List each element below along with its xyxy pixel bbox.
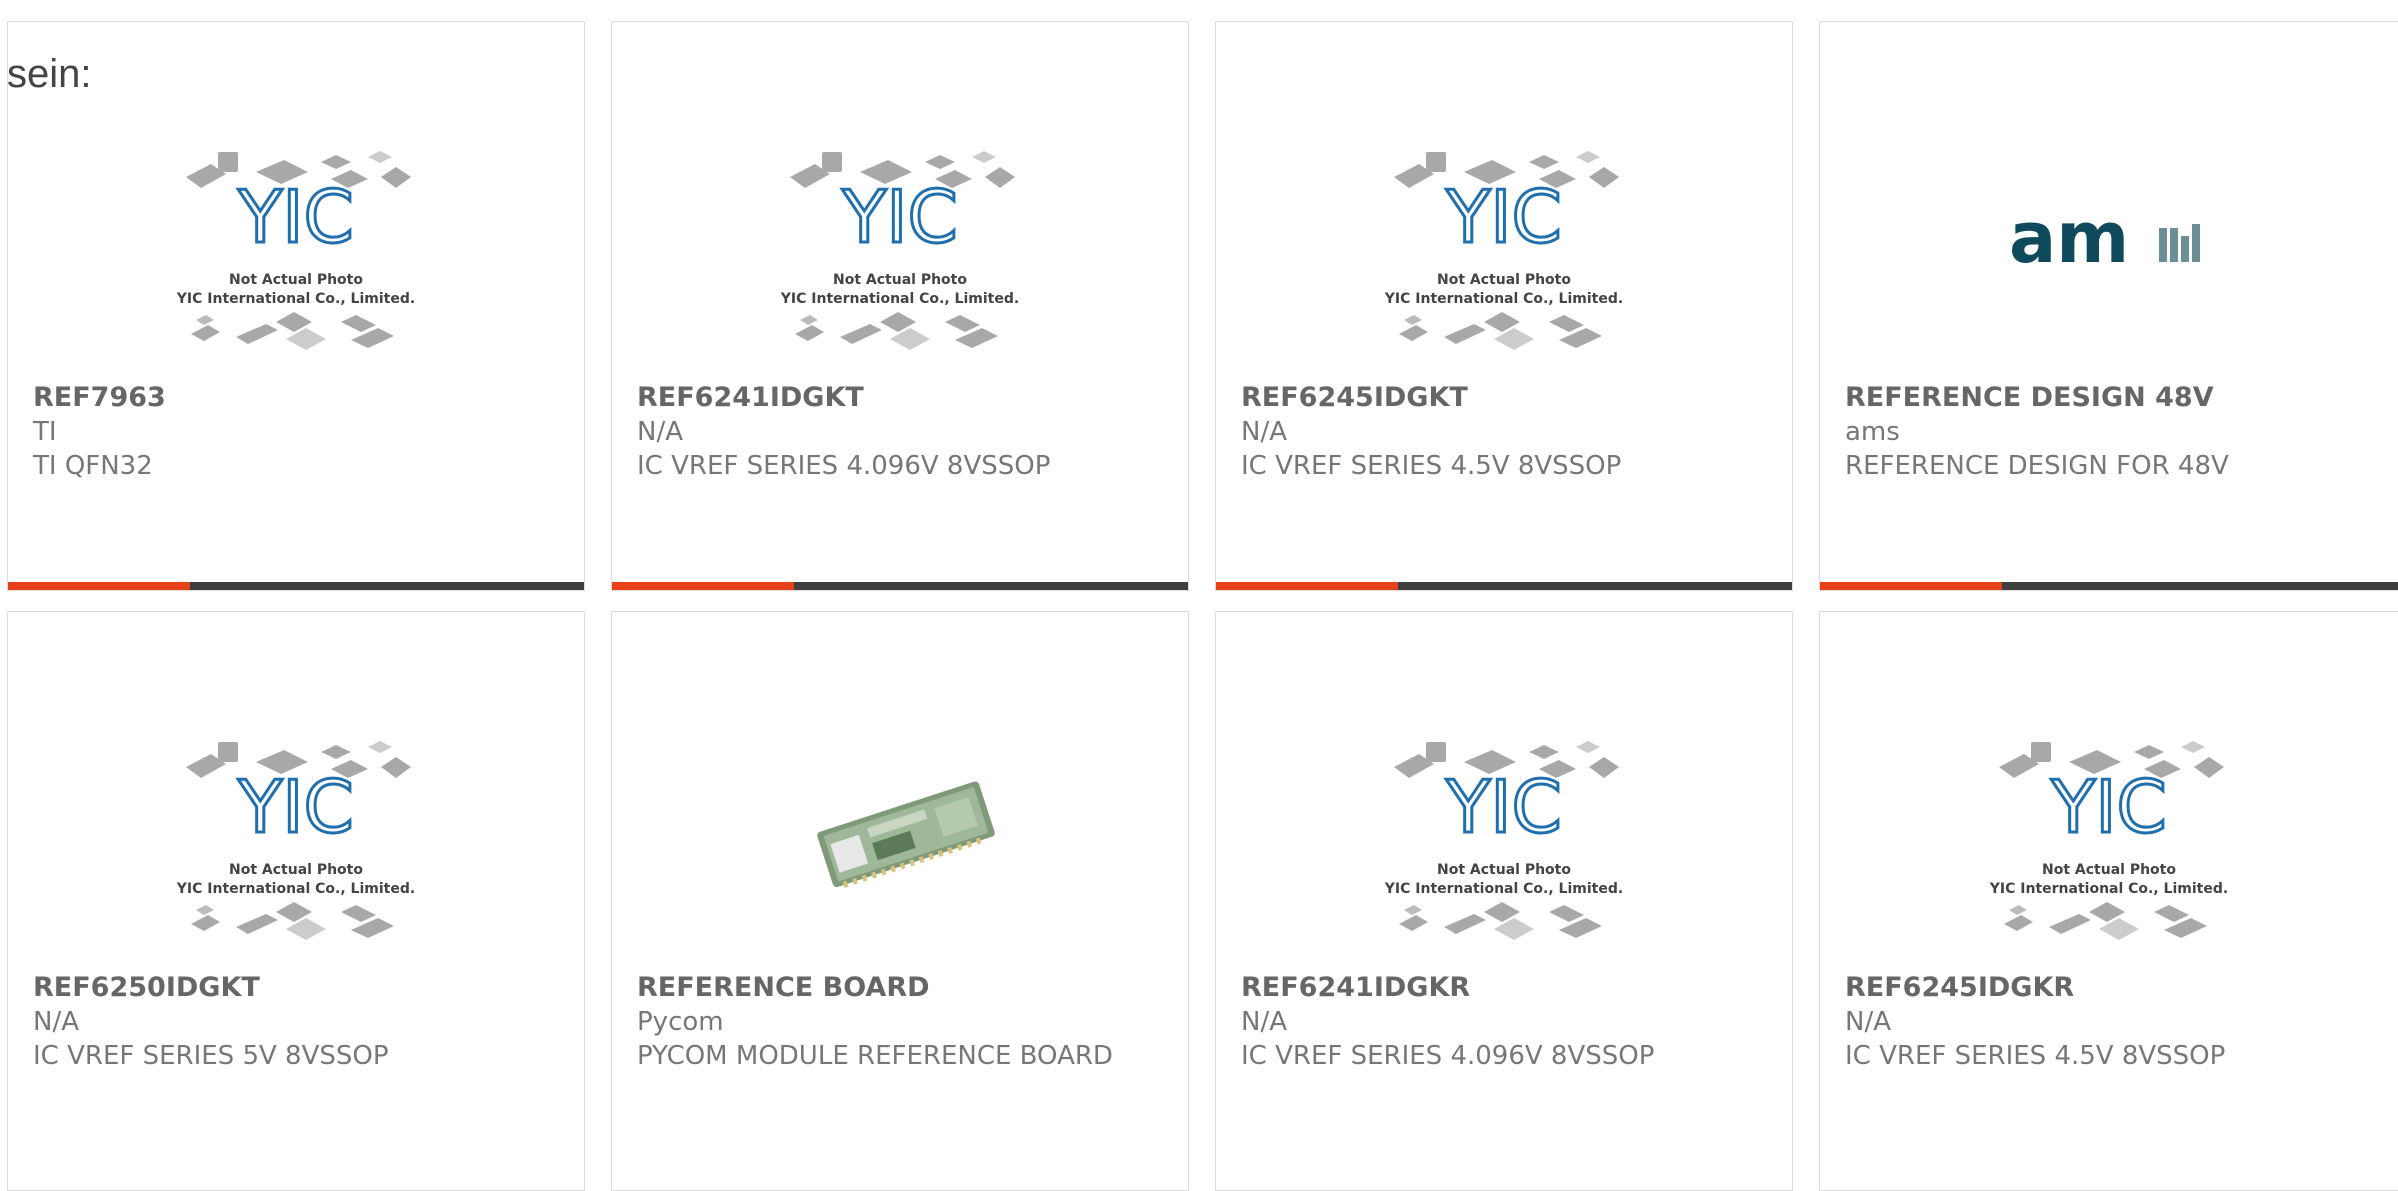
yic-logo: YIC (237, 175, 354, 259)
yic-logo: YIC (2050, 765, 2167, 849)
product-image (612, 692, 1188, 972)
product-card[interactable]: YIC Not Actual Photo YIC International C… (7, 611, 585, 1191)
product-card[interactable]: YIC Not Actual Photo YIC International C… (1819, 611, 2398, 1191)
svg-text:YIC International Co., Limited: YIC International Co., Limited. (780, 291, 1019, 307)
svg-text:Not Actual Photo: Not Actual Photo (229, 272, 363, 288)
yic-placeholder-image: YIC Not Actual Photo YIC International C… (176, 741, 415, 940)
description: IC VREF SERIES 5V 8VSSOP (33, 1041, 389, 1071)
part-number[interactable]: REFERENCE DESIGN 48V (1845, 380, 2378, 415)
product-image: YIC Not Actual Photo YIC International C… (8, 102, 584, 382)
yic-placeholder-image: YIC Not Actual Photo YIC International C… (780, 151, 1019, 350)
product-image: YIC Not Actual Photo YIC International C… (1216, 102, 1792, 382)
product-card[interactable]: am REFERENCE DESIGN 48V ams REFERENCE DE… (1819, 21, 2398, 591)
card-footer-bar (1820, 582, 2398, 590)
description: REFERENCE DESIGN FOR 48V (1845, 451, 2229, 481)
manufacturer: N/A (33, 1007, 79, 1037)
yic-logo: YIC (1445, 765, 1562, 849)
part-number[interactable]: REF6241IDGKR (1241, 970, 1772, 1005)
description: IC VREF SERIES 4.5V 8VSSOP (1845, 1041, 2226, 1071)
yic-logo: YIC (1445, 175, 1562, 259)
product-card[interactable]: YIC Not Actual Photo YIC International C… (7, 21, 585, 591)
yic-placeholder-image: YIC Not Actual Photo YIC International C… (1384, 741, 1623, 940)
description: IC VREF SERIES 4.096V 8VSSOP (1241, 1041, 1655, 1071)
svg-text:YIC International Co., Limited: YIC International Co., Limited. (1384, 291, 1623, 307)
product-image: am (1820, 102, 2398, 382)
part-number[interactable]: REF7963 (33, 380, 564, 415)
ams-logo: am (2009, 202, 2200, 279)
product-card[interactable]: YIC Not Actual Photo YIC International C… (1215, 21, 1793, 591)
yic-placeholder-image: YIC Not Actual Photo YIC International C… (1989, 741, 2228, 940)
yic-placeholder-image: YIC Not Actual Photo YIC International C… (1384, 151, 1623, 350)
description: PYCOM MODULE REFERENCE BOARD (637, 1041, 1113, 1071)
yic-logo: YIC (841, 175, 958, 259)
product-card[interactable]: YIC Not Actual Photo YIC International C… (611, 21, 1189, 591)
svg-text:YIC International Co., Limited: YIC International Co., Limited. (176, 291, 415, 307)
svg-text:YIC International Co., Limited: YIC International Co., Limited. (176, 881, 415, 897)
product-image: YIC Not Actual Photo YIC International C… (612, 102, 1188, 382)
manufacturer: ams (1845, 417, 1900, 447)
product-card[interactable]: YIC Not Actual Photo YIC International C… (1215, 611, 1793, 1191)
yic-placeholder-image: YIC Not Actual Photo YIC International C… (176, 151, 415, 350)
card-footer-bar (1216, 582, 1792, 590)
product-image: YIC Not Actual Photo YIC International C… (1216, 692, 1792, 972)
product-image: YIC Not Actual Photo YIC International C… (1820, 692, 2398, 972)
pycom-board-photo (817, 781, 995, 888)
manufacturer: N/A (637, 417, 683, 447)
part-number[interactable]: REF6245IDGKR (1845, 970, 2378, 1005)
part-number[interactable]: REF6245IDGKT (1241, 380, 1772, 415)
part-number[interactable]: REF6250IDGKT (33, 970, 564, 1005)
svg-text:am: am (2009, 202, 2129, 279)
manufacturer: Pycom (637, 1007, 724, 1037)
description: TI QFN32 (33, 451, 153, 481)
product-image: YIC Not Actual Photo YIC International C… (8, 692, 584, 972)
yic-logo: YIC (237, 765, 354, 849)
manufacturer: N/A (1241, 417, 1287, 447)
manufacturer: TI (33, 417, 57, 447)
product-card[interactable]: REFERENCE BOARD Pycom PYCOM MODULE REFER… (611, 611, 1189, 1191)
card-footer-bar (8, 582, 584, 590)
manufacturer: N/A (1845, 1007, 1891, 1037)
svg-text:Not Actual Photo: Not Actual Photo (2042, 862, 2176, 878)
card-footer-bar (612, 582, 1188, 590)
svg-text:Not Actual Photo: Not Actual Photo (1437, 272, 1571, 288)
part-number[interactable]: REFERENCE BOARD (637, 970, 1168, 1005)
manufacturer: N/A (1241, 1007, 1287, 1037)
svg-text:YIC International Co., Limited: YIC International Co., Limited. (1989, 881, 2228, 897)
part-number[interactable]: REF6241IDGKT (637, 380, 1168, 415)
svg-text:Not Actual Photo: Not Actual Photo (833, 272, 967, 288)
svg-text:Not Actual Photo: Not Actual Photo (1437, 862, 1571, 878)
svg-text:YIC International Co., Limited: YIC International Co., Limited. (1384, 881, 1623, 897)
description: IC VREF SERIES 4.096V 8VSSOP (637, 451, 1051, 481)
svg-text:Not Actual Photo: Not Actual Photo (229, 862, 363, 878)
lead-text: sein: (7, 52, 92, 96)
description: IC VREF SERIES 4.5V 8VSSOP (1241, 451, 1622, 481)
